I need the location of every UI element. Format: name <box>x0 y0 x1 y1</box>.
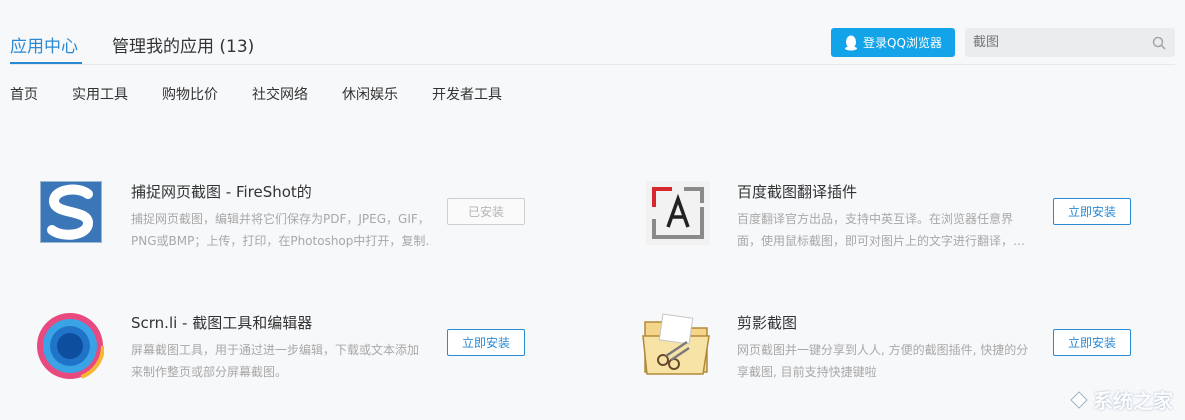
login-qq-browser-button[interactable]: 登录QQ浏览器 <box>831 28 955 57</box>
category-entertainment[interactable]: 休闲娱乐 <box>342 84 398 104</box>
app-card-baidu-translate: 百度截图翻译插件 百度翻译官方出品，支持中英互译。在浏览器任意界 面，使用鼠标截… <box>646 181 1176 261</box>
app-description-line: 来制作整页或部分屏幕截图。 <box>131 365 288 379</box>
category-social[interactable]: 社交网络 <box>252 84 308 104</box>
app-description-line: PNG或BMP；上传，打印，在Photoshop中打开，复制… <box>131 234 431 248</box>
app-description: 屏幕截图工具，用于通过进一步编辑，下载或文本添加 来制作整页或部分屏幕截图。 <box>131 339 431 383</box>
fireshot-s-icon <box>40 181 102 243</box>
baidu-translate-a-icon <box>646 181 710 245</box>
app-description-line: 百度翻译官方出品，支持中英互译。在浏览器任意界 <box>737 212 1014 226</box>
watermark-text: 系统之家 <box>1093 389 1173 413</box>
app-description: 网页截图并一键分享到人人, 方便的截图插件, 快捷的分 享截图, 目前支持快捷键… <box>737 339 1037 383</box>
app-description: 捕捉网页截图，编辑并将它们保存为PDF，JPEG，GIF， PNG或BMP；上传… <box>131 208 431 252</box>
category-shopping[interactable]: 购物比价 <box>162 84 218 104</box>
scrnli-circle-icon <box>36 312 104 380</box>
header-divider <box>10 64 1175 65</box>
category-tools[interactable]: 实用工具 <box>72 84 128 104</box>
installed-button[interactable]: 已安装 <box>447 198 525 225</box>
qq-penguin-icon <box>845 35 858 50</box>
app-description-line: 享截图, 目前支持快捷键啦 <box>737 365 877 379</box>
app-description-line: 面，使用鼠标截图，即可对图片上的文字进行翻译，… <box>737 234 1026 248</box>
login-button-label: 登录QQ浏览器 <box>863 36 942 50</box>
search-box <box>965 28 1175 57</box>
tab-manage-apps[interactable]: 管理我的应用 (13) <box>112 32 254 57</box>
install-button[interactable]: 立即安装 <box>1053 198 1131 225</box>
app-card-fireshot: 捕捉网页截图 - FireShot的 捕捉网页截图，编辑并将它们保存为PDF，J… <box>40 181 570 261</box>
search-icon[interactable] <box>1152 36 1166 50</box>
app-description-line: 网页截图并一键分享到人人, 方便的截图插件, 快捷的分 <box>737 343 1029 357</box>
install-button[interactable]: 立即安装 <box>447 329 525 356</box>
category-nav: 首页 实用工具 购物比价 社交网络 休闲娱乐 开发者工具 <box>10 84 536 104</box>
category-developer[interactable]: 开发者工具 <box>432 84 502 104</box>
app-card-scrnli: Scrn.li - 截图工具和编辑器 屏幕截图工具，用于通过进一步编辑，下载或文… <box>36 312 566 392</box>
search-input[interactable] <box>973 28 1143 57</box>
app-description-line: 屏幕截图工具，用于通过进一步编辑，下载或文本添加 <box>131 343 420 357</box>
folder-scissors-icon <box>642 313 710 375</box>
install-button[interactable]: 立即安装 <box>1053 329 1131 356</box>
watermark-logo-icon <box>1070 390 1088 409</box>
app-description: 百度翻译官方出品，支持中英互译。在浏览器任意界 面，使用鼠标截图，即可对图片上的… <box>737 208 1037 252</box>
app-name[interactable]: 百度截图翻译插件 <box>737 181 857 202</box>
top-bar: 应用中心 管理我的应用 (13) 登录QQ浏览器 <box>0 0 1185 66</box>
app-description-line: 捕捉网页截图，编辑并将它们保存为PDF，JPEG，GIF， <box>131 212 430 226</box>
app-card-jianying: 剪影截图 网页截图并一键分享到人人, 方便的截图插件, 快捷的分 享截图, 目前… <box>641 312 1171 392</box>
app-name[interactable]: 捕捉网页截图 - FireShot的 <box>131 181 312 202</box>
tab-app-center[interactable]: 应用中心 <box>10 32 78 57</box>
category-home[interactable]: 首页 <box>10 84 38 104</box>
app-name[interactable]: 剪影截图 <box>737 312 797 333</box>
app-name[interactable]: Scrn.li - 截图工具和编辑器 <box>131 312 312 333</box>
watermark: 系统之家 <box>1069 385 1173 414</box>
